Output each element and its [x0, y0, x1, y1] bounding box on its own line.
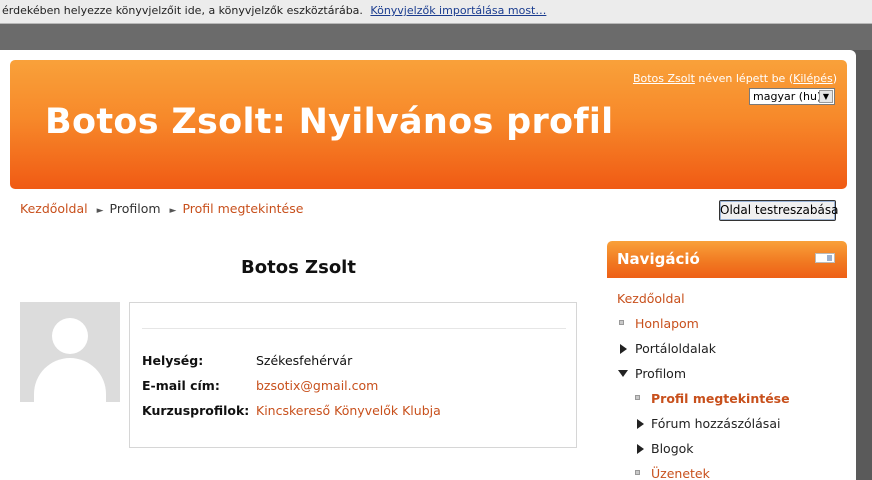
expand-arrow-icon[interactable] [620, 344, 627, 354]
breadcrumb-home[interactable]: Kezdőoldal [20, 201, 88, 216]
bullet-icon [619, 320, 624, 325]
window-background [0, 24, 872, 50]
bookmarks-hint-text: érdekében helyezze könyvjelzőit ide, a k… [2, 4, 363, 17]
user-avatar [20, 302, 120, 402]
nav-item-blogs[interactable]: Blogok [651, 441, 694, 456]
profile-info-box: Helység: Székesfehérvár E-mail cím: bzsoti… [129, 302, 577, 448]
email-link[interactable]: bzsotix@gmail.com [256, 378, 378, 393]
language-select[interactable]: magyar (hu) ▼ [749, 88, 835, 105]
info-divider [142, 328, 566, 329]
info-row-courses: Kurzusprofilok: Kincskereső Könyvelők Klu… [142, 403, 441, 418]
email-label: E-mail cím: [142, 378, 220, 393]
breadcrumb-profile: Profilom [109, 201, 161, 216]
login-info: Botos Zsolt néven lépett be (Kilépés) [633, 72, 837, 85]
navigation-block: Navigáció Kezdőoldal Honlapom Portálolda… [607, 241, 847, 480]
import-bookmarks-link[interactable]: Könyvjelzők importálása most… [370, 4, 546, 17]
location-label: Helység: [142, 353, 204, 368]
nav-item-home[interactable]: Kezdőoldal [617, 291, 685, 306]
bullet-icon [635, 470, 640, 475]
nav-item-my-profile[interactable]: Profilom [635, 366, 686, 381]
page-header: Botos Zsolt: Nyilvános profil Botos Zsol… [10, 60, 847, 189]
course-link[interactable]: Kincskereső Könyvelők Klubja [256, 403, 441, 418]
nav-item-view-profile[interactable]: Profil megtekintése [651, 391, 790, 406]
bullet-icon [635, 395, 640, 400]
collapse-arrow-icon[interactable] [618, 370, 628, 377]
navigation-header: Navigáció [607, 241, 847, 278]
breadcrumb: Kezdőoldal ► Profilom ► Profil megtekintése [20, 201, 303, 216]
dock-icon[interactable] [815, 253, 835, 263]
location-value: Székesfehérvár [256, 353, 353, 368]
page-title: Botos Zsolt: Nyilvános profil [45, 102, 614, 142]
avatar-body-shape [34, 358, 106, 402]
info-row-location: Helység: Székesfehérvár [142, 353, 352, 368]
page-container: Botos Zsolt: Nyilvános profil Botos Zsol… [0, 50, 856, 480]
nav-item-forum-posts[interactable]: Fórum hozzászólásai [651, 416, 780, 431]
chevron-down-icon[interactable]: ▼ [819, 90, 833, 103]
nav-item-my-home[interactable]: Honlapom [635, 316, 699, 331]
breadcrumb-current[interactable]: Profil megtekintése [182, 201, 303, 216]
window-background-right [856, 50, 872, 480]
courses-label: Kurzusprofilok: [142, 403, 250, 418]
expand-arrow-icon[interactable] [637, 444, 644, 454]
navigation-title: Navigáció [617, 250, 700, 268]
nav-item-messages[interactable]: Üzenetek [651, 466, 710, 480]
expand-arrow-icon[interactable] [637, 419, 644, 429]
logout-link[interactable]: Kilépés [793, 72, 833, 85]
nav-item-site-pages[interactable]: Portáloldalak [635, 341, 716, 356]
avatar-head-shape [52, 318, 88, 354]
breadcrumb-separator-icon: ► [96, 206, 104, 216]
language-value: magyar (hu) [753, 90, 822, 103]
customize-page-button[interactable]: Oldal testreszabása [719, 200, 838, 221]
profile-name-heading: Botos Zsolt [241, 257, 356, 278]
login-close: ) [832, 72, 837, 85]
logged-in-user-link[interactable]: Botos Zsolt [633, 72, 695, 85]
login-text: néven lépett be ( [698, 72, 794, 85]
bookmarks-toolbar: érdekében helyezze könyvjelzőit ide, a k… [0, 0, 872, 24]
breadcrumb-separator-icon: ► [169, 206, 177, 216]
info-row-email: E-mail cím: bzsotix@gmail.com [142, 378, 378, 393]
